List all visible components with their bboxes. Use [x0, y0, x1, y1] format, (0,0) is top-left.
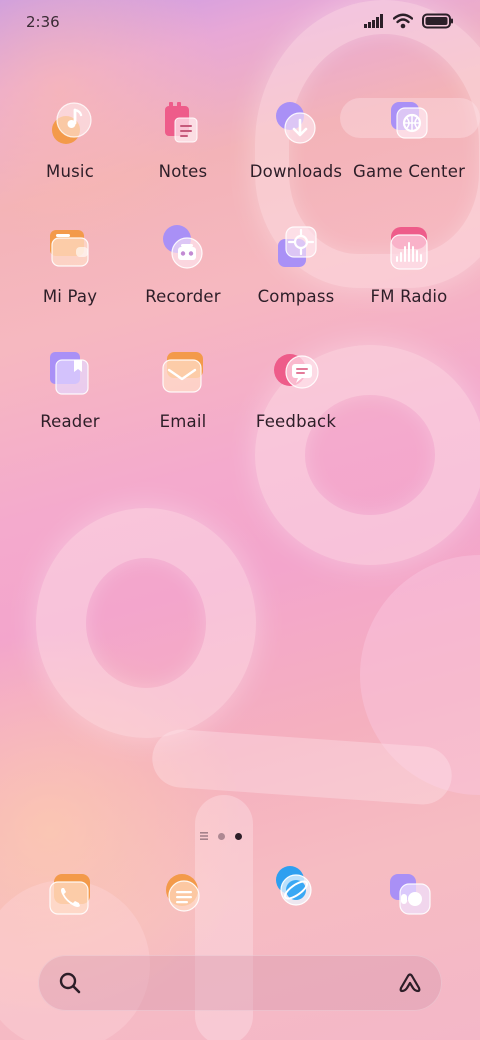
downloads-icon [268, 96, 324, 152]
app-label: Feedback [255, 412, 337, 431]
home-screen: 2:36 Music Notes Downloads Game Center M… [0, 0, 480, 1040]
app-label: Game Center [352, 162, 466, 181]
music-icon [42, 96, 98, 152]
wallpaper-ring [36, 508, 256, 738]
battery-icon [422, 13, 453, 29]
app-label: Compass [257, 287, 335, 306]
compass-icon [268, 221, 324, 277]
recorder-icon [155, 221, 211, 277]
notes-icon [155, 96, 211, 152]
page-indicator[interactable] [200, 829, 250, 843]
game-center-icon [381, 96, 437, 152]
app-label: Mi Pay [42, 287, 98, 306]
app-label: Music [46, 162, 94, 181]
phone-icon[interactable] [42, 868, 98, 924]
app-label: Email [159, 412, 207, 431]
app-email[interactable]: Email [128, 342, 238, 452]
search-bar[interactable] [38, 955, 442, 1011]
status-bar: 2:36 [0, 0, 480, 40]
gallery-icon[interactable] [382, 868, 438, 924]
email-icon [155, 346, 211, 402]
page-dot-active[interactable] [235, 832, 242, 840]
browser-icon[interactable] [268, 862, 324, 918]
feedback-icon [268, 346, 324, 402]
wallpaper-band [150, 727, 454, 807]
wifi-icon [393, 13, 413, 29]
app-label: Reader [40, 412, 100, 431]
app-label: Recorder [145, 287, 221, 306]
page-dot[interactable] [218, 832, 225, 840]
assistant-icon[interactable] [396, 969, 424, 997]
app-recorder[interactable]: Recorder [128, 217, 238, 327]
status-icons [364, 12, 454, 30]
app-reader[interactable]: Reader [15, 342, 125, 452]
signal-icon [364, 14, 383, 28]
app-compass[interactable]: Compass [241, 217, 351, 327]
app-list-indicator-icon[interactable] [200, 832, 208, 840]
app-label: Downloads [249, 162, 343, 181]
app-downloads[interactable]: Downloads [241, 92, 351, 202]
messages-icon[interactable] [156, 868, 212, 924]
app-music[interactable]: Music [15, 92, 125, 202]
app-label: FM Radio [370, 287, 448, 306]
app-fm-radio[interactable]: FM Radio [354, 217, 464, 327]
wallet-icon [42, 221, 98, 277]
wallpaper-circle [360, 555, 480, 795]
book-icon [42, 346, 98, 402]
app-notes[interactable]: Notes [128, 92, 238, 202]
app-feedback[interactable]: Feedback [241, 342, 351, 452]
app-mi-pay[interactable]: Mi Pay [15, 217, 125, 327]
radio-icon [381, 221, 437, 277]
status-time: 2:36 [26, 13, 60, 31]
search-icon[interactable] [58, 971, 82, 995]
app-game-center[interactable]: Game Center [352, 92, 466, 202]
app-label: Notes [158, 162, 208, 181]
